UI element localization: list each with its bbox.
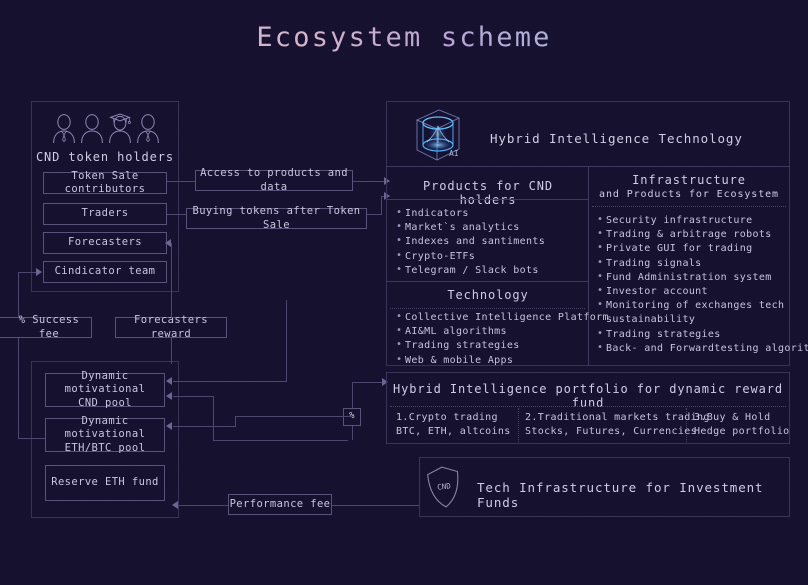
- line-success-fee-to-pool: [18, 438, 45, 439]
- arrow-to-eth-btc-pool: [166, 422, 172, 430]
- line-eth-btc-branch-h: [235, 416, 352, 417]
- arrow-to-cindicator-team: [36, 268, 42, 276]
- line-eth-btc-branch-vert: [235, 416, 236, 427]
- divider-portfolio-1: [518, 408, 519, 442]
- divider-under-technology-header: [390, 308, 585, 309]
- list-item: Monitoring of exchanges tech: [597, 298, 808, 313]
- person-icon: [81, 114, 103, 143]
- portfolio-item-1-detail: BTC, ETH, altcoins: [396, 426, 511, 437]
- line-traders-to-buying: [167, 214, 186, 215]
- cnd-token-holders-title: CND token holders: [35, 150, 175, 164]
- infrastructure-list: Security infrastructure Trading & arbitr…: [597, 213, 808, 356]
- cnd-shield-label: CND: [437, 481, 452, 491]
- line-success-fee-to-team: [18, 272, 37, 273]
- infrastructure-header-line2: and Products for Ecosystem: [599, 189, 779, 200]
- divider-above-technology: [386, 281, 588, 282]
- list-item: Security infrastructure: [597, 213, 808, 228]
- line-buying-vert: [381, 196, 382, 215]
- pool-cnd-line2: CND pool: [78, 396, 132, 409]
- line-cnd-pool-branch-h: [213, 440, 348, 441]
- products-header: Products for CND holders: [423, 179, 553, 207]
- list-item: Crypto-ETFs: [396, 249, 545, 264]
- arrow-to-forecasters: [165, 239, 171, 247]
- pool-cnd-line1: Dynamic motivational: [64, 370, 146, 396]
- line-funds-to-performance-fee: [332, 505, 419, 506]
- arrow-to-cnd-pool-2: [166, 392, 172, 400]
- pool-eth-btc-line1: Dynamic motivational: [64, 415, 146, 441]
- list-item: Collective Intelligence Platform: [396, 310, 609, 325]
- person-tie-icon: [53, 114, 75, 143]
- line-products-vert: [286, 300, 287, 382]
- divider-under-portfolio-header: [390, 406, 786, 407]
- line-cnd-pool-branch-vert: [213, 396, 214, 440]
- list-item: Indexes and santiments: [396, 234, 545, 249]
- list-item: Fund Administration system: [597, 270, 808, 285]
- holder-box-cindicator-team[interactable]: Cindicator team: [43, 261, 167, 283]
- list-item: Trading strategies: [396, 338, 609, 353]
- list-item: Market`s analytics: [396, 220, 545, 235]
- pool-eth-btc-line2: ETH/BTC pool: [64, 441, 146, 454]
- percent-marker: %: [343, 408, 361, 426]
- person-tie-icon: [137, 114, 159, 143]
- line-percent-up-h: [352, 382, 384, 383]
- list-item: Trading signals: [597, 256, 808, 271]
- cnd-shield-icon: CND: [427, 466, 459, 508]
- line-forecasters-reward-down: [171, 338, 172, 364]
- divider-under-products-header: [386, 199, 588, 200]
- products-list: Indicators Market`s analytics Indexes an…: [396, 206, 545, 278]
- line-performance-fee-to-reserve: [179, 505, 228, 506]
- line-contrib-to-access: [167, 181, 195, 182]
- investment-funds-header: Tech Infrastructure for Investment Funds: [477, 480, 764, 510]
- person-graduate-icon: [109, 113, 131, 143]
- line-access-to-right: [353, 181, 386, 182]
- success-fee-label: % Success fee: [0, 314, 92, 340]
- arrow-to-reserve-fund: [172, 501, 178, 509]
- holder-box-forecasters[interactable]: Forecasters: [43, 232, 167, 254]
- performance-fee-label: Performance fee: [228, 494, 332, 515]
- arrow-to-cnd-pool-1: [166, 377, 172, 385]
- list-item: AI&ML algorithms: [396, 324, 609, 339]
- technology-header: Technology: [447, 288, 529, 302]
- line-to-eth-btc-pool: [173, 426, 235, 427]
- list-item: Trading & arbitrage robots: [597, 227, 808, 242]
- technology-list: Collective Intelligence Platform AI&ML a…: [396, 310, 609, 368]
- pool-box-reserve-eth-fund[interactable]: Reserve ETH fund: [45, 465, 165, 501]
- portfolio-item-2-detail: Stocks, Futures, Currencies: [525, 426, 698, 437]
- pool-box-eth-btc[interactable]: Dynamic motivational ETH/BTC pool: [45, 415, 165, 454]
- list-item: Investor account: [597, 284, 808, 299]
- infrastructure-header-line1: Infrastructure: [632, 173, 746, 187]
- list-item: Indicators: [396, 206, 545, 221]
- hybrid-intelligence-header: Hybrid Intelligence Technology: [490, 131, 743, 146]
- line-reward-up: [171, 243, 172, 318]
- page-title: Ecosystem scheme: [0, 22, 808, 53]
- line-products-to-cnd-pool: [173, 381, 286, 382]
- list-item: Trading strategies: [597, 327, 808, 342]
- list-item: Private GUI for trading: [597, 241, 808, 256]
- connector-buying-label: Buying tokens after Token Sale: [186, 205, 367, 231]
- connector-access-label: Access to products and data: [195, 167, 353, 193]
- line-success-fee-down: [18, 338, 19, 438]
- list-item: Telegram / Slack bots: [396, 263, 545, 278]
- line-percent-down: [352, 426, 353, 440]
- divider-under-infrastructure-header: [592, 206, 786, 207]
- portfolio-item-1-title: 1.Crypto trading: [396, 412, 498, 423]
- line-buying-to-up: [367, 214, 381, 215]
- holder-box-traders[interactable]: Traders: [43, 203, 167, 225]
- forecasters-reward-label: Forecasters reward: [115, 314, 227, 340]
- pool-box-cnd[interactable]: Dynamic motivational CND pool: [45, 370, 165, 409]
- list-item: Back- and Forwardtesting algorithms: [597, 341, 808, 356]
- list-item: Web & mobile Apps: [396, 353, 609, 368]
- portfolio-item-2-title: 2.Traditional markets trading: [525, 412, 710, 423]
- portfolio-item-3-title: 3.Buy & Hold: [694, 412, 771, 423]
- line-success-fee-vert: [18, 272, 19, 318]
- ai-cube-icon: AI: [415, 109, 461, 161]
- line-percent-up: [352, 382, 353, 408]
- svg-text:AI: AI: [449, 149, 459, 158]
- holder-box-token-sale-contributors[interactable]: Token Sale contributors: [43, 170, 167, 195]
- line-portfolio-to-cnd-pool: [173, 396, 213, 397]
- token-holder-icons: [52, 113, 160, 143]
- list-item-continuation: sustainability: [606, 314, 696, 326]
- portfolio-item-3-detail: Hedge portfolio: [694, 426, 790, 437]
